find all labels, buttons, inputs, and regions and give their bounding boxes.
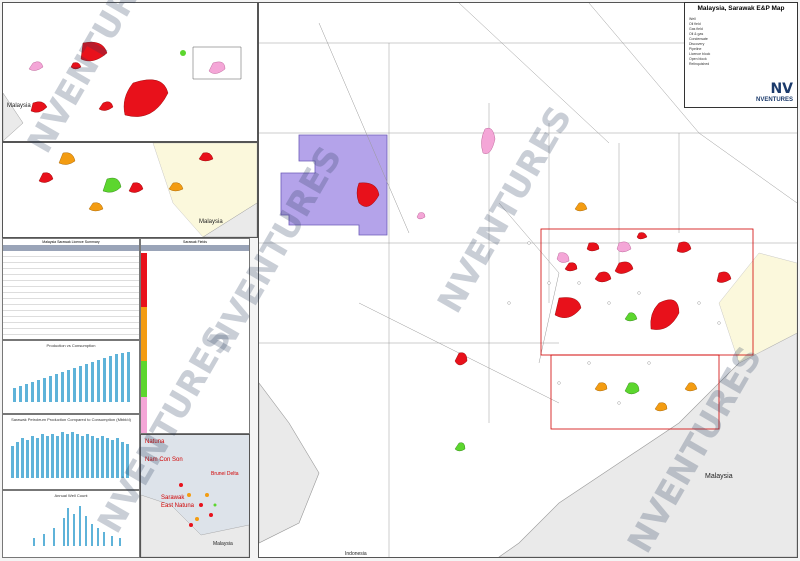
main-malaysia-label: Malaysia	[705, 473, 733, 480]
basin-label: Nam Con Son	[145, 457, 183, 463]
chart-1: Production vs Consumption	[2, 340, 140, 414]
table-header	[141, 245, 249, 251]
regional-inset-graphic	[141, 483, 249, 557]
basin-label: East Natuna	[161, 503, 195, 509]
chart-2: Sarawak Petroleum Production Compared to…	[2, 414, 140, 490]
legend-items: Well Oil field Gas field Oil & gas Conde…	[689, 17, 710, 67]
legend-item: Relinquished	[689, 62, 710, 66]
basin-label: Brunei Delta	[211, 471, 239, 477]
fields-table: Sarawak Fields	[140, 238, 250, 434]
discovery-fields	[454, 312, 640, 452]
borneo-land	[498, 332, 797, 557]
licence-table: Malaysia Sarawak Licence Summary	[2, 238, 140, 340]
map-title: Malaysia, Sarawak E&P Map	[697, 5, 785, 12]
gas-fields	[416, 127, 632, 263]
inset2-malaysia-label: Malaysia	[199, 219, 223, 225]
inset-map-1-graphic	[3, 41, 242, 141]
field-status-strip	[141, 253, 147, 433]
inset1-malaysia-label: Malaysia	[7, 103, 31, 109]
brand-logo: NV NVENTURES	[756, 81, 793, 103]
basin-label: Natuna	[145, 439, 165, 445]
map-page: Malaysia Indonesia Malaysia, Sarawak E&P…	[0, 0, 800, 561]
coast-west	[259, 382, 320, 544]
basin-label: Sarawak	[161, 495, 185, 501]
inset-malaysia-label: Malaysia	[213, 541, 233, 547]
well-dots	[507, 241, 721, 405]
chart-2-graphic	[11, 432, 129, 478]
nv-logo-icon: NV	[770, 81, 793, 97]
inset-map-1[interactable]: Malaysia	[2, 2, 258, 142]
focus-box-1	[540, 228, 754, 356]
map-legend: Malaysia, Sarawak E&P Map Well Oil field…	[684, 2, 798, 108]
oil-fields	[356, 182, 732, 366]
chart-3: Annual Well Count	[2, 490, 140, 558]
chart-3-graphic	[33, 506, 121, 546]
main-indonesia-label: Indonesia	[345, 551, 367, 557]
regional-inset[interactable]: Natuna Nam Con Son Sarawak East Natuna B…	[140, 434, 250, 558]
condensate-fields	[574, 202, 698, 412]
chart-1-graphic	[13, 352, 130, 402]
brand-name: NVENTURES	[755, 97, 793, 103]
inset-map-2[interactable]: Malaysia	[2, 142, 258, 238]
